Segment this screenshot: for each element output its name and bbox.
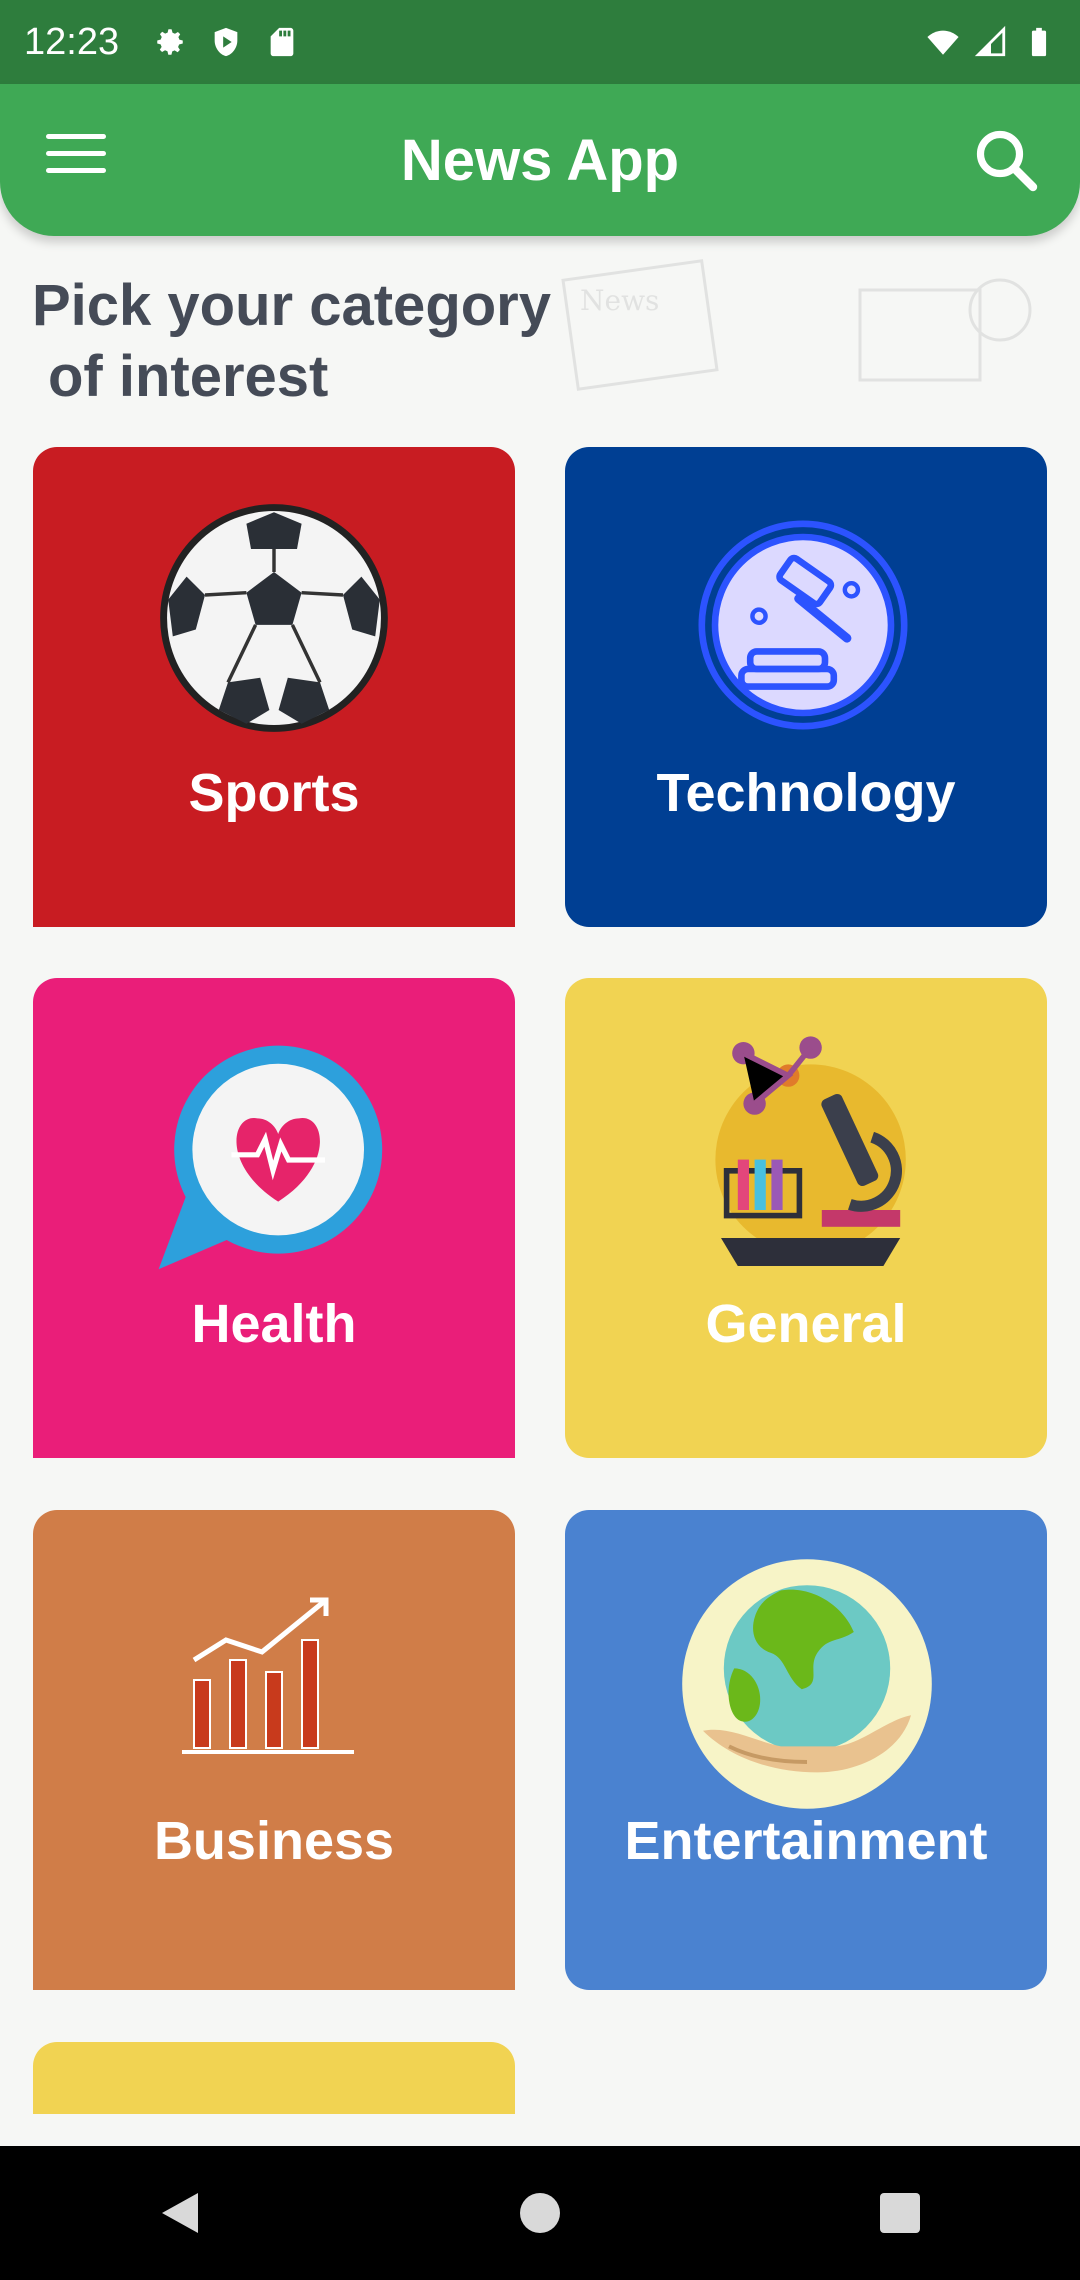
category-tile-health[interactable]: Health — [33, 978, 515, 1458]
category-tile-partial[interactable] — [33, 2042, 515, 2114]
heading-line-1: Pick your category — [32, 273, 551, 338]
battery-icon — [1031, 27, 1047, 57]
category-tile-sports[interactable]: Sports — [33, 447, 515, 927]
category-tile-entertainment[interactable]: Entertainment — [565, 1510, 1047, 1990]
gavel-icon — [698, 520, 908, 730]
home-icon[interactable] — [510, 2183, 570, 2243]
hamburger-menu-icon[interactable] — [46, 134, 106, 186]
category-label-technology: Technology — [656, 763, 956, 823]
heart-chat-icon — [158, 1045, 383, 1270]
status-bar: 12:23 — [0, 0, 1080, 84]
earth-hands-icon — [682, 1559, 932, 1809]
settings-icon — [157, 29, 183, 55]
search-icon[interactable] — [970, 124, 1042, 196]
status-left-icons — [153, 25, 299, 59]
category-label-sports: Sports — [188, 763, 360, 823]
page-heading: Pick your category of interest — [32, 270, 592, 412]
category-tile-technology[interactable]: Technology — [565, 447, 1047, 927]
bar-chart-icon — [182, 1597, 354, 1754]
status-time: 12:23 — [24, 20, 120, 63]
heading-line-2: of interest — [48, 344, 329, 409]
wifi-icon — [927, 30, 959, 55]
category-label-business: Business — [153, 1811, 395, 1871]
play-protect-icon — [214, 27, 238, 57]
system-nav-bar — [0, 2146, 1080, 2280]
signal-icon — [974, 25, 1006, 57]
category-label-general: General — [705, 1294, 907, 1354]
category-label-health: Health — [191, 1294, 357, 1354]
status-right-icons — [926, 25, 1056, 59]
app-bar: News App — [0, 84, 1080, 236]
category-tile-business[interactable]: Business — [33, 1510, 515, 1990]
science-lab-icon — [715, 1036, 906, 1266]
category-label-entertainment: Entertainment — [624, 1811, 988, 1871]
soccer-ball-icon — [160, 504, 388, 732]
back-icon[interactable] — [150, 2183, 210, 2243]
sd-card-icon — [270, 27, 294, 57]
app-title: News App — [400, 127, 680, 193]
recents-icon[interactable] — [870, 2183, 930, 2243]
category-tile-general[interactable]: General — [565, 978, 1047, 1458]
background-doodle: News — [561, 259, 1032, 391]
